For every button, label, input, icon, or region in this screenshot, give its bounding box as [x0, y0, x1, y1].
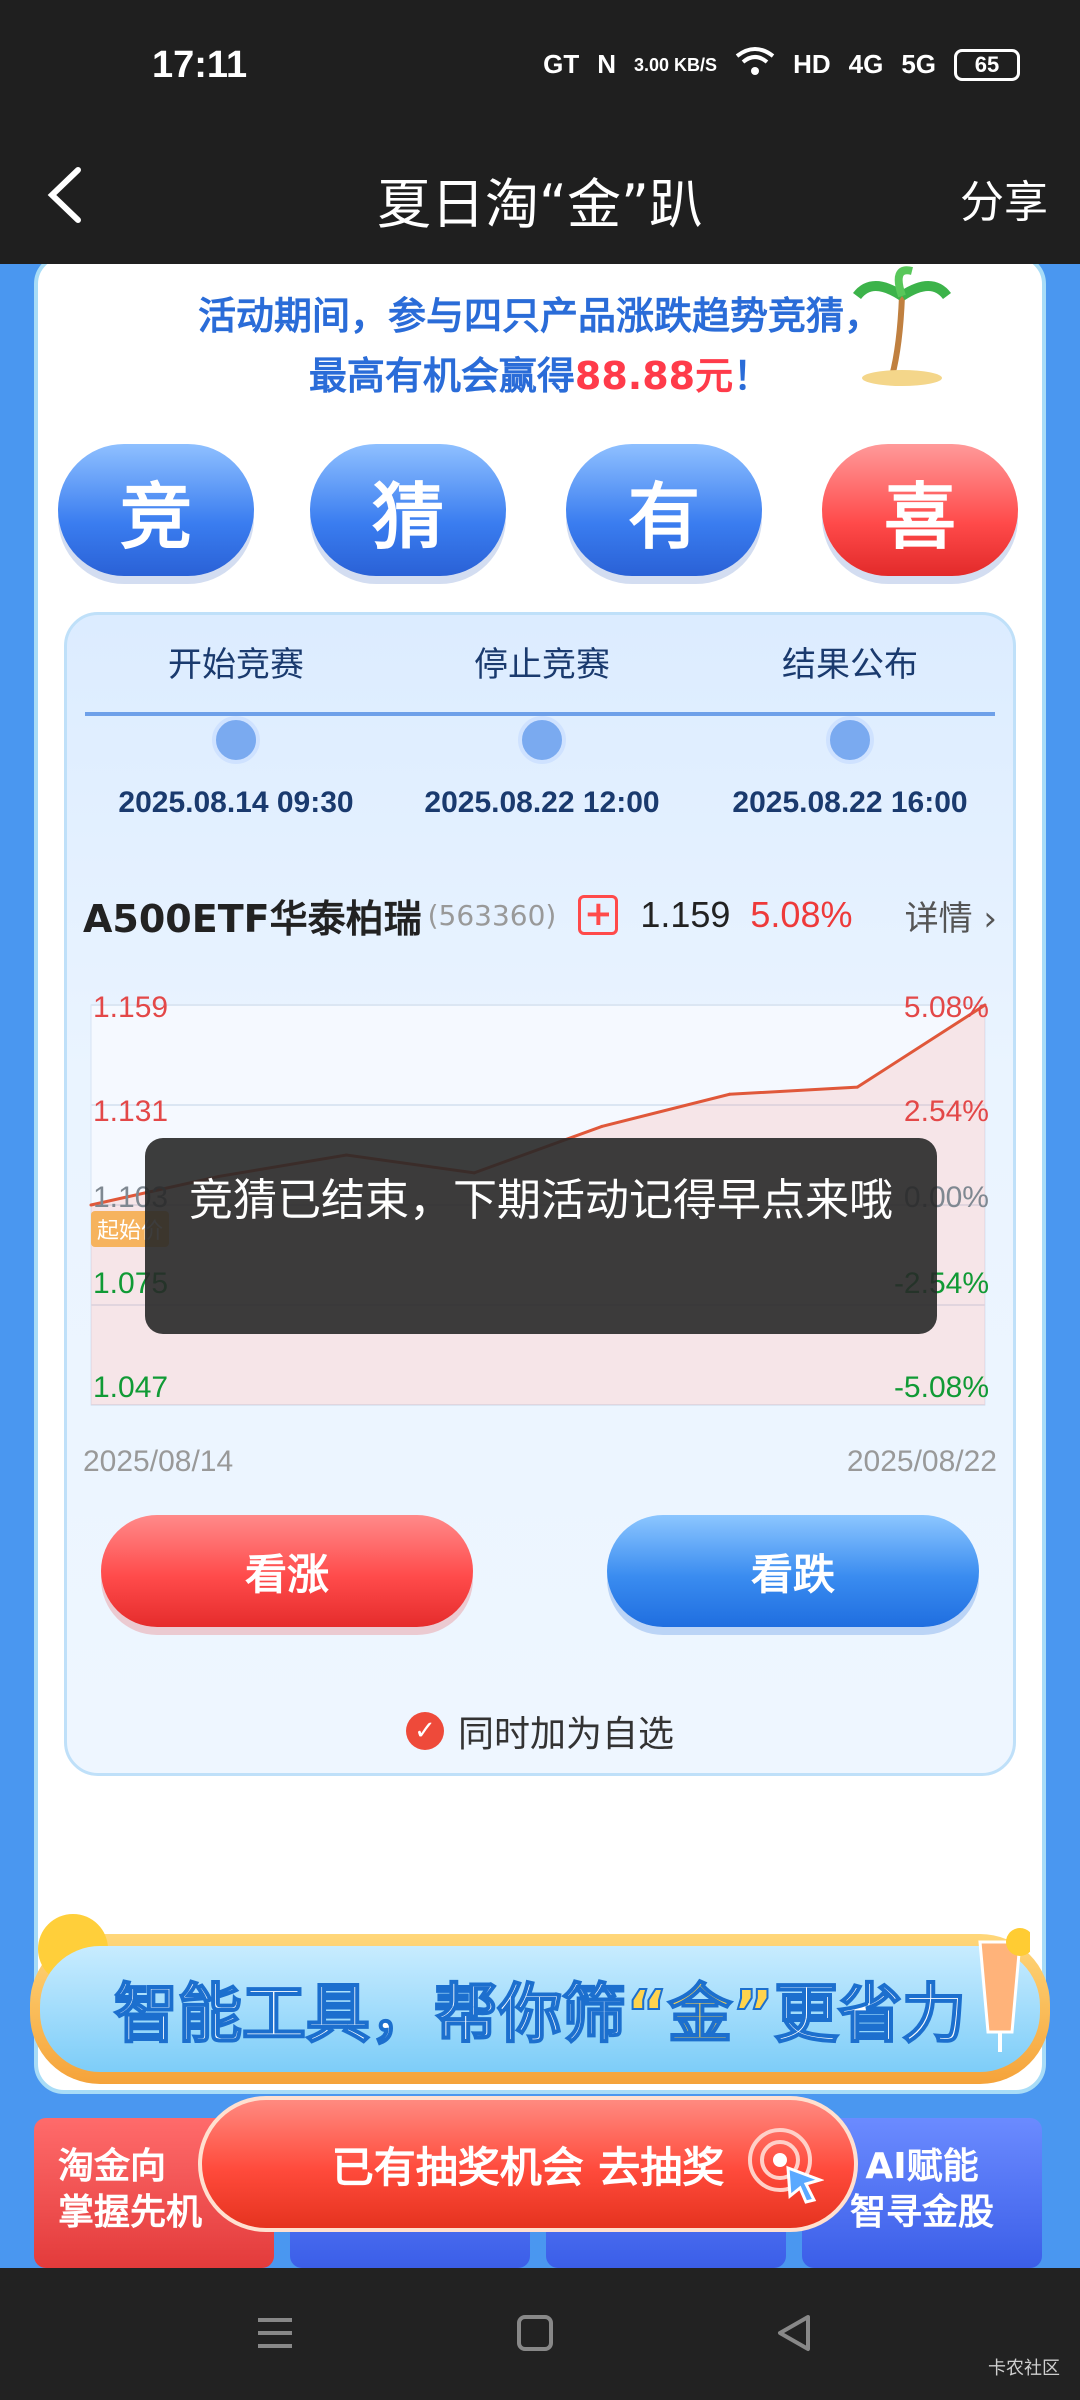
- header: 夏日淘“金”趴 分享: [0, 130, 1080, 264]
- network-speed: 3.00 KB/S: [634, 54, 718, 75]
- back-triangle-icon[interactable]: [770, 2308, 820, 2358]
- timeline-date: 2025.08.14 09:30: [118, 786, 354, 819]
- stock-price: 1.159: [640, 894, 731, 935]
- cocktail-icon: [978, 1928, 1030, 2052]
- timeline-item-start: 开始竞赛 2025.08.14 09:30: [111, 615, 361, 820]
- series-point: [728, 1092, 732, 1096]
- bet-down-button[interactable]: 看跌: [607, 1515, 979, 1627]
- y-tick-left: 1.131: [93, 1095, 169, 1128]
- y-tick-left: 1.047: [93, 1371, 169, 1404]
- tools-suffix: 更省力: [773, 1977, 967, 2053]
- stock-code: (563360): [427, 898, 557, 932]
- y-tick-right: -5.08%: [893, 1371, 989, 1404]
- hd-icon: HD: [793, 49, 831, 79]
- bet-up-button[interactable]: 看涨: [101, 1515, 473, 1627]
- x-tick-start: 2025/08/14: [83, 1445, 234, 1478]
- timeline-dot: [212, 716, 260, 764]
- tools-banner[interactable]: 智能工具，帮你筛“金”更省力: [30, 1914, 1050, 2084]
- timeline-date: 2025.08.22 12:00: [424, 786, 660, 819]
- notice-prefix: 最高有机会赢得: [308, 354, 575, 398]
- lottery-label: 已有抽奖机会 去抽奖: [331, 2142, 725, 2192]
- share-button[interactable]: 分享: [960, 166, 1048, 230]
- big-button-you: 有: [566, 444, 762, 576]
- add-watchlist-icon[interactable]: +: [578, 895, 619, 935]
- big-button-cai: 猜: [310, 444, 506, 576]
- series-point: [600, 1124, 604, 1128]
- stock-change-pct: 5.08%: [750, 894, 853, 935]
- timeline-date: 2025.08.22 16:00: [732, 786, 968, 819]
- detail-link[interactable]: 详情 ›: [905, 891, 997, 940]
- wifi-icon: [735, 46, 775, 83]
- 5g-signal-icon: 5G: [901, 49, 936, 79]
- target-click-icon: [748, 2128, 824, 2204]
- page-title: 夏日淘“金”趴: [377, 173, 703, 236]
- timeline-item-result: 结果公布 2025.08.22 16:00: [725, 615, 975, 820]
- timeline-label: 停止竞赛: [474, 645, 610, 685]
- status-time: 17:11: [152, 44, 248, 86]
- tools-prefix: 智能工具，帮你筛: [113, 1977, 627, 2053]
- detail-label: 详情: [904, 898, 973, 939]
- timeline-label: 结果公布: [782, 645, 918, 685]
- system-nav-bar: 卡农社区: [0, 2268, 1080, 2400]
- timeline-label: 开始竞赛: [168, 645, 304, 685]
- y-tick-left: 1.159: [93, 991, 169, 1024]
- x-tick-end: 2025/08/22: [846, 1445, 997, 1478]
- status-bar: 17:11 GT N 3.00 KB/S HD 4G 5G 65: [0, 0, 1080, 130]
- add-watchlist-toggle[interactable]: ✓ 同时加为自选: [67, 1705, 1013, 1757]
- tools-highlight: “金”: [625, 1977, 775, 2053]
- prize-amount: 88.88元: [574, 354, 734, 398]
- y-tick-right: 2.54%: [903, 1095, 989, 1128]
- 4g-signal-icon: 4G: [848, 49, 884, 79]
- check-icon: ✓: [405, 1712, 444, 1750]
- big-button-jing: 竞: [58, 444, 254, 576]
- tools-banner-inner: 智能工具，帮你筛“金”更省力: [40, 1946, 1040, 2072]
- nfc-icon: N: [597, 49, 617, 79]
- big-button-xi: 喜: [822, 444, 1018, 576]
- tools-banner-text: 智能工具，帮你筛“金”更省力: [113, 1963, 967, 2055]
- notice-suffix: ！: [733, 354, 772, 398]
- y-tick-right: 5.08%: [903, 991, 989, 1024]
- menu-icon[interactable]: [250, 2308, 300, 2358]
- lottery-button[interactable]: 已有抽奖机会 去抽奖: [198, 2096, 858, 2232]
- timeline-item-stop: 停止竞赛 2025.08.22 12:00: [417, 615, 667, 820]
- status-icons: GT N 3.00 KB/S HD 4G 5G 65: [543, 46, 1020, 83]
- tile-right-line2: 智寻金股: [849, 2192, 994, 2233]
- toast-message: 竞猜已结束，下期活动记得早点来哦: [145, 1138, 937, 1334]
- chevron-right-icon: ›: [972, 898, 997, 939]
- home-square-icon[interactable]: [510, 2308, 560, 2358]
- battery-icon: 65: [954, 48, 1020, 81]
- gt-icon: GT: [543, 49, 580, 79]
- timeline-dot: [826, 716, 874, 764]
- palm-tree-icon: [853, 266, 951, 386]
- series-point: [855, 1085, 859, 1089]
- add-watchlist-label: 同时加为自选: [457, 1714, 674, 1755]
- timeline-dot: [518, 716, 566, 764]
- stock-name: A500ETF华泰柏瑞: [83, 896, 422, 941]
- stock-row: A500ETF华泰柏瑞 (563360) + 1.159 5.08% 详情 ›: [83, 885, 997, 945]
- watermark: 卡农社区: [988, 2358, 1060, 2379]
